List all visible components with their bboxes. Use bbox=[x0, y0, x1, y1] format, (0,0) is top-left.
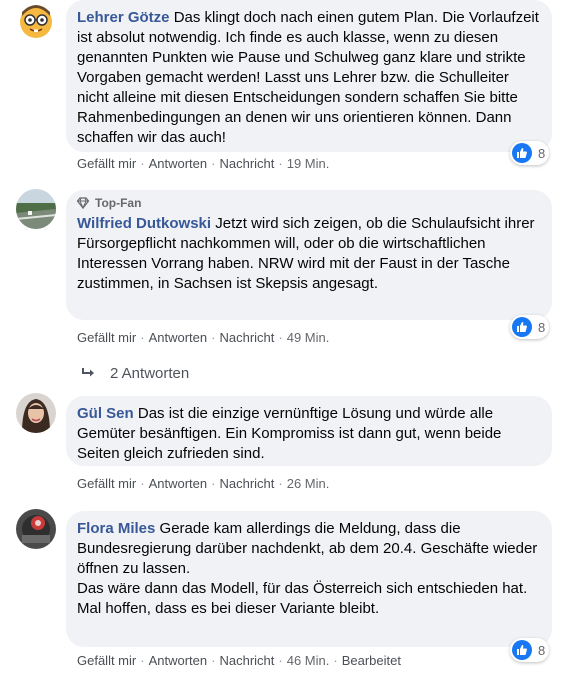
badge-label: Top-Fan bbox=[95, 196, 142, 210]
timestamp[interactable]: 26 Min. bbox=[287, 476, 330, 491]
comment-text: Das ist die einzige vernünftige Lösung u… bbox=[77, 405, 502, 462]
reply-link[interactable]: Antworten bbox=[149, 476, 208, 491]
timestamp[interactable]: 46 Min. bbox=[287, 653, 330, 668]
avatar[interactable] bbox=[16, 509, 56, 549]
comment-actions: Gefällt mir · Antworten · Nachricht · 19 Min. bbox=[77, 156, 330, 171]
portrait-icon bbox=[16, 393, 56, 433]
reply-arrow-icon bbox=[82, 368, 94, 377]
edited-link[interactable]: Bearbeitet bbox=[342, 653, 401, 668]
reaction-number: 8 bbox=[538, 319, 546, 335]
comment-author[interactable]: Lehrer Götze bbox=[77, 9, 170, 26]
reaction-number: 8 bbox=[538, 642, 546, 658]
like-link[interactable]: Gefällt mir bbox=[77, 330, 136, 345]
thumbs-up-icon bbox=[512, 317, 532, 337]
comment-text: Das klingt doch nach einen gutem Plan. D… bbox=[77, 9, 539, 146]
comment-author[interactable]: Flora Miles bbox=[77, 520, 155, 537]
avatar[interactable] bbox=[16, 0, 56, 40]
like-link[interactable]: Gefällt mir bbox=[77, 653, 136, 668]
landscape-icon bbox=[16, 189, 56, 229]
timestamp[interactable]: 19 Min. bbox=[287, 156, 330, 171]
view-replies-link[interactable]: 2 Antworten bbox=[82, 362, 189, 384]
top-fan-badge: Top-Fan bbox=[77, 194, 540, 212]
reaction-count[interactable]: 8 bbox=[510, 315, 550, 339]
nerd-emoji-icon bbox=[16, 0, 56, 40]
reaction-count[interactable]: 8 bbox=[510, 638, 550, 662]
reaction-count[interactable]: 8 bbox=[510, 141, 550, 165]
avatar[interactable] bbox=[16, 189, 56, 229]
reply-link[interactable]: Antworten bbox=[149, 156, 208, 171]
dark-object-icon bbox=[16, 509, 56, 549]
comment-author[interactable]: Gül Sen bbox=[77, 405, 134, 422]
message-link[interactable]: Nachricht bbox=[219, 653, 274, 668]
comment-bubble: Gül Sen Das ist die einzige vernünftige … bbox=[66, 396, 552, 466]
like-link[interactable]: Gefällt mir bbox=[77, 476, 136, 491]
comment-actions: Gefällt mir · Antworten · Nachricht · 46 Min. ·… bbox=[77, 653, 401, 668]
reaction-number: 8 bbox=[538, 145, 546, 161]
comment-text-line: Das wäre dann das Modell, für das Österr… bbox=[77, 580, 528, 597]
like-link[interactable]: Gefällt mir bbox=[77, 156, 136, 171]
comment-text-line: Mal hoffen, dass es bei dieser Variante … bbox=[77, 600, 380, 617]
comment-bubble: Flora Miles Gerade kam allerdings die Me… bbox=[66, 511, 552, 647]
thumbs-up-icon bbox=[512, 143, 532, 163]
thumbs-up-icon bbox=[512, 640, 532, 660]
comment-bubble: Top-Fan Wilfried Dutkowski Jetzt wird si… bbox=[66, 190, 552, 320]
message-link[interactable]: Nachricht bbox=[219, 156, 274, 171]
reply-link[interactable]: Antworten bbox=[149, 330, 208, 345]
comment-actions: Gefällt mir · Antworten · Nachricht · 49 Min. bbox=[77, 330, 330, 345]
comment-bubble: Lehrer Götze Das klingt doch nach einen … bbox=[66, 0, 552, 152]
comment-actions: Gefällt mir · Antworten · Nachricht · 26 Min. bbox=[77, 476, 330, 491]
message-link[interactable]: Nachricht bbox=[219, 476, 274, 491]
reply-link[interactable]: Antworten bbox=[149, 653, 208, 668]
replies-count: 2 Antworten bbox=[110, 364, 190, 382]
message-link[interactable]: Nachricht bbox=[219, 330, 274, 345]
timestamp[interactable]: 49 Min. bbox=[287, 330, 330, 345]
diamond-icon bbox=[77, 197, 89, 209]
avatar[interactable] bbox=[16, 393, 56, 433]
comment-author[interactable]: Wilfried Dutkowski bbox=[77, 215, 211, 232]
